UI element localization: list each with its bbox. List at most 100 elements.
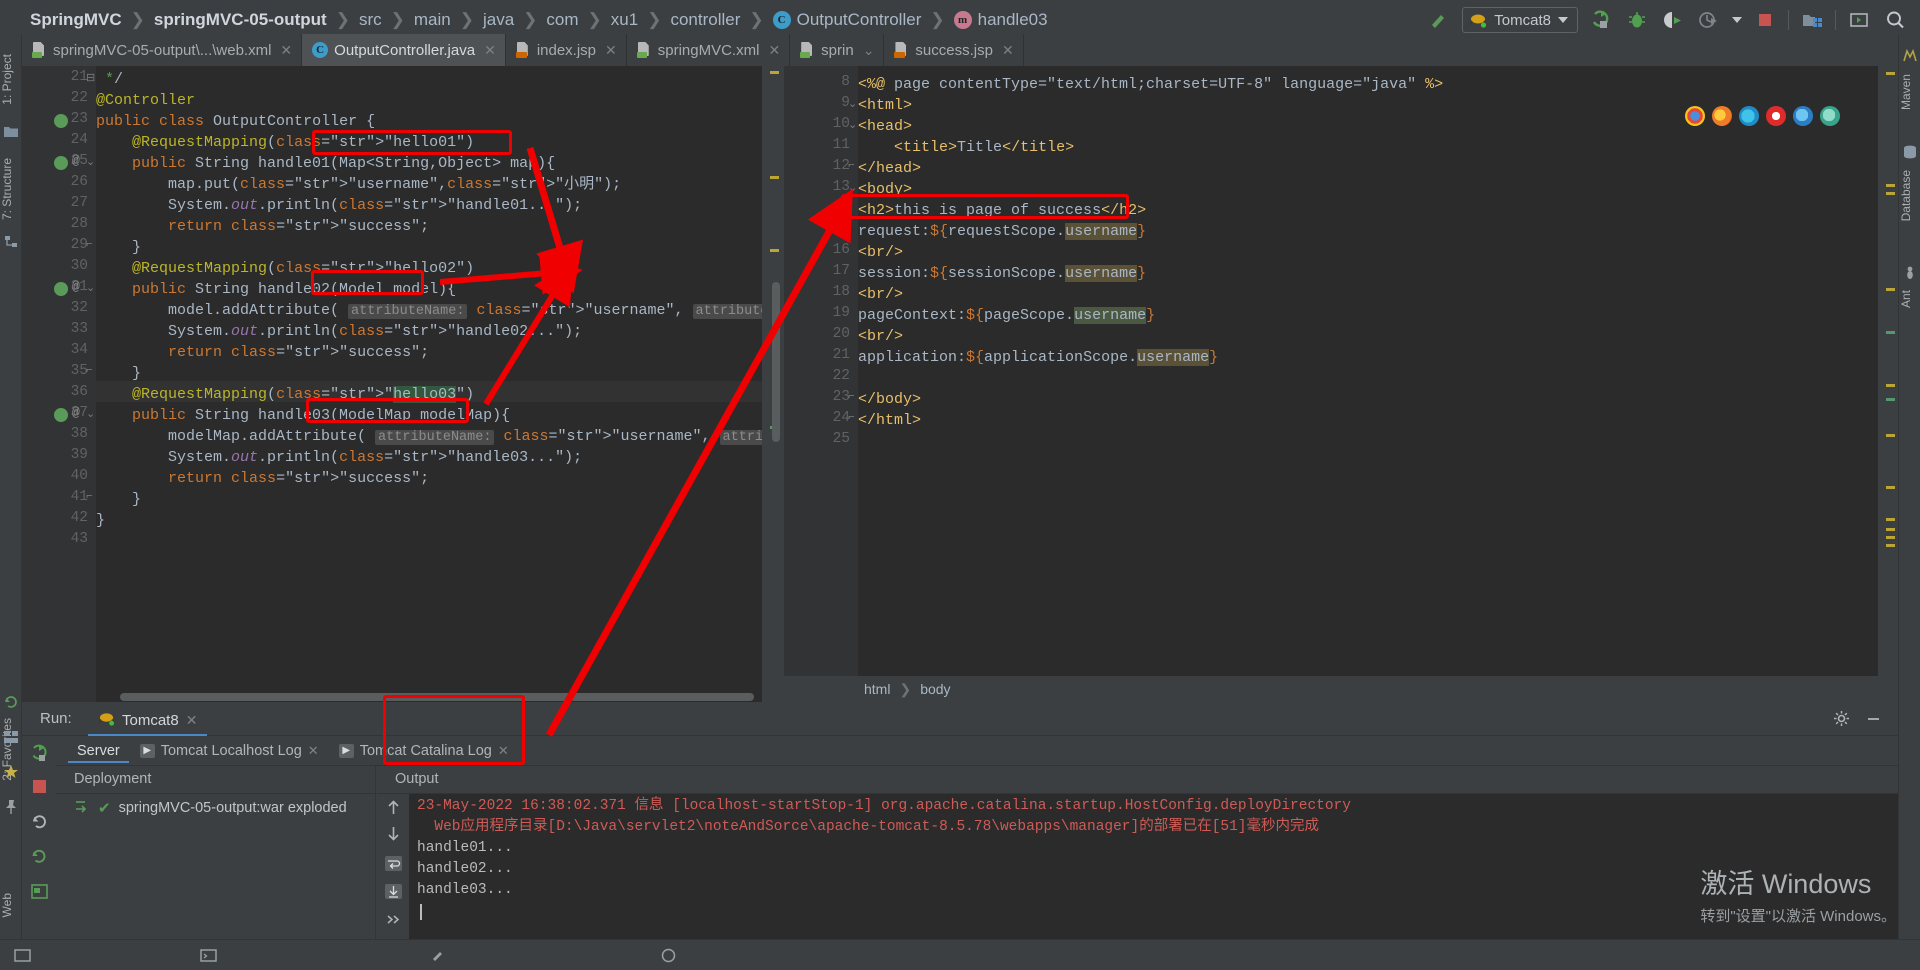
close-icon[interactable]: ✕ xyxy=(484,42,496,59)
scroll-up-icon[interactable] xyxy=(384,798,403,817)
java-editor-marker-stripe[interactable] xyxy=(762,66,782,702)
breadcrumb-item-java[interactable]: java xyxy=(483,10,514,30)
breadcrumb-item-main[interactable]: main xyxy=(414,10,451,30)
breadcrumb-item-html[interactable]: html xyxy=(864,681,890,697)
tab-sprin[interactable]: sprin ⌄ xyxy=(790,34,885,66)
grid-icon[interactable] xyxy=(3,729,19,745)
breadcrumb-item-module[interactable]: springMVC-05-output xyxy=(154,10,327,30)
code-fold-icon[interactable]: ⊟ xyxy=(86,71,95,85)
search-everywhere-icon[interactable] xyxy=(1882,7,1908,33)
sidebar-item-project[interactable]: 1: Project xyxy=(0,50,22,109)
code-fold-icon[interactable]: ⌄ xyxy=(86,407,95,421)
database-icon[interactable] xyxy=(1902,144,1918,160)
run-configuration-selector[interactable]: Tomcat8 xyxy=(1462,7,1578,33)
code-fold-icon[interactable]: ⌐ xyxy=(86,239,93,251)
code-fold-icon[interactable]: ⌐ xyxy=(848,160,855,172)
run-coverage-icon[interactable] xyxy=(1660,7,1686,33)
soft-wrap-icon[interactable] xyxy=(384,854,403,873)
chevron-down-icon[interactable]: ⌄ xyxy=(863,42,875,59)
run-icon[interactable] xyxy=(1588,7,1614,33)
chevron-down-icon[interactable] xyxy=(1732,17,1742,23)
browser-preview-icons[interactable] xyxy=(1685,106,1840,126)
console-output[interactable]: 23-May-2022 16:38:02.371 信息 [localhost-s… xyxy=(409,794,1898,939)
deploy-artifact-icon[interactable] xyxy=(30,882,49,901)
rerun-icon[interactable] xyxy=(30,744,49,763)
tab-server[interactable]: Server xyxy=(68,739,129,763)
favorites-star-icon[interactable] xyxy=(3,764,19,780)
class-run-gutter-icon[interactable] xyxy=(54,114,68,128)
sidebar-item-maven[interactable]: Maven xyxy=(1899,70,1920,114)
code-fold-icon[interactable]: ⌄ xyxy=(86,281,95,295)
method-run-gutter-icon[interactable] xyxy=(54,408,68,422)
redeploy-icon[interactable] xyxy=(30,847,49,866)
jsp-editor[interactable]: 8 9 ⌄ 10 ⌄ 11 12 ⌐ 13 ⌄ 14 15 16 17 18 19 20 21 22 23 ⌐ 24 ⌐ 25… xyxy=(784,66,1898,702)
ant-icon[interactable] xyxy=(1902,264,1918,280)
breadcrumb-item-body[interactable]: body xyxy=(920,681,950,697)
breadcrumb-item-springmvc[interactable]: SpringMVC xyxy=(30,10,122,30)
breadcrumb-item-src[interactable]: src xyxy=(359,10,382,30)
build-hammer-icon[interactable] xyxy=(1426,7,1452,33)
settings-gear-icon[interactable] xyxy=(1833,710,1850,731)
sidebar-item-database[interactable]: Database xyxy=(1899,166,1920,225)
sidebar-item-web[interactable]: Web xyxy=(0,889,22,921)
todo-status-icon[interactable] xyxy=(660,947,677,964)
stop-icon[interactable] xyxy=(1752,7,1778,33)
tab-success-jsp[interactable]: success.jsp ✕ xyxy=(884,34,1024,66)
refresh-icon[interactable] xyxy=(3,694,19,710)
sidebar-item-ant[interactable]: Ant xyxy=(1899,286,1920,312)
firefox-icon[interactable] xyxy=(1712,106,1732,126)
code-fold-icon[interactable]: ⌄ xyxy=(848,181,857,195)
close-icon[interactable]: ✕ xyxy=(186,712,198,729)
chrome-icon[interactable] xyxy=(1685,106,1705,126)
jsp-editor-marker-stripe[interactable] xyxy=(1878,66,1898,702)
java-editor-gutter[interactable]: 21 ⊟ 22 23 24 25 @ ⌄ 26 27 28 29 ⌐ 30 31 @ ⌄ 32 33 34 35 ⌐ 36 3… xyxy=(22,66,96,702)
tab-index-jsp[interactable]: index.jsp ✕ xyxy=(505,34,627,66)
project-icon[interactable] xyxy=(14,947,31,964)
code-fold-icon[interactable]: ⌐ xyxy=(86,365,93,377)
deployment-row[interactable]: ✔ springMVC-05-output:war exploded xyxy=(56,794,376,822)
minimize-icon[interactable] xyxy=(1865,710,1882,731)
method-run-gutter-icon[interactable] xyxy=(54,282,68,296)
close-icon[interactable]: ✕ xyxy=(1002,42,1014,59)
sidebar-item-structure[interactable]: 7: Structure xyxy=(0,154,22,224)
java-code-content[interactable]: */ @Controller public class OutputControll… xyxy=(96,66,762,702)
code-fold-icon[interactable]: ⌄ xyxy=(848,97,857,111)
tab-outputcontroller-java[interactable]: C OutputController.java ✕ xyxy=(302,34,506,66)
code-fold-icon[interactable]: ⌐ xyxy=(848,391,855,403)
terminal-icon[interactable] xyxy=(1846,7,1872,33)
scroll-down-icon[interactable] xyxy=(384,824,403,843)
build-status-icon[interactable] xyxy=(430,947,447,964)
pin-icon[interactable] xyxy=(3,799,19,815)
project-structure-icon[interactable] xyxy=(1799,7,1825,33)
breadcrumb-item-outputcontroller[interactable]: OutputController xyxy=(797,10,922,30)
method-run-gutter-icon[interactable] xyxy=(54,156,68,170)
code-fold-icon[interactable]: ⌐ xyxy=(848,412,855,424)
maven-icon[interactable] xyxy=(1902,48,1918,64)
tab-tomcat-localhost-log[interactable]: ▶ Tomcat Localhost Log ✕ xyxy=(131,739,328,763)
breadcrumb-item-handle03[interactable]: handle03 xyxy=(978,10,1048,30)
profiler-icon[interactable] xyxy=(1696,7,1722,33)
run-tab-tomcat8[interactable]: Tomcat8 ✕ xyxy=(88,706,208,736)
java-editor[interactable]: 21 ⊟ 22 23 24 25 @ ⌄ 26 27 28 29 ⌐ 30 31 @ ⌄ 32 33 34 35 ⌐ 36 3… xyxy=(22,66,782,702)
code-fold-icon[interactable]: ⌄ xyxy=(848,118,857,132)
safari-icon[interactable] xyxy=(1820,106,1840,126)
terminal-status-icon[interactable] xyxy=(200,947,217,964)
code-fold-icon[interactable]: ⌄ xyxy=(86,155,95,169)
expand-icon[interactable] xyxy=(384,910,403,929)
scroll-to-end-icon[interactable] xyxy=(384,882,403,901)
close-icon[interactable]: ✕ xyxy=(280,42,292,59)
project-folder-icon[interactable] xyxy=(3,124,19,140)
structure-icon[interactable] xyxy=(3,234,19,250)
close-icon[interactable]: ✕ xyxy=(605,42,617,59)
jsp-code-content[interactable]: <%@ page contentType="text/html;charset=… xyxy=(858,66,1878,702)
stop-red-icon[interactable] xyxy=(30,777,49,796)
explorer-icon[interactable] xyxy=(1793,106,1813,126)
edge-icon[interactable] xyxy=(1739,106,1759,126)
breadcrumb-item-controller[interactable]: controller xyxy=(670,10,740,30)
close-icon[interactable]: ✕ xyxy=(308,743,319,759)
breadcrumb-item-com[interactable]: com xyxy=(546,10,578,30)
close-icon[interactable]: ✕ xyxy=(768,42,780,59)
opera-icon[interactable] xyxy=(1766,106,1786,126)
tab-web-xml[interactable]: springMVC-05-output\...\web.xml ✕ xyxy=(22,34,303,66)
breadcrumb-item-xu1[interactable]: xu1 xyxy=(611,10,638,30)
